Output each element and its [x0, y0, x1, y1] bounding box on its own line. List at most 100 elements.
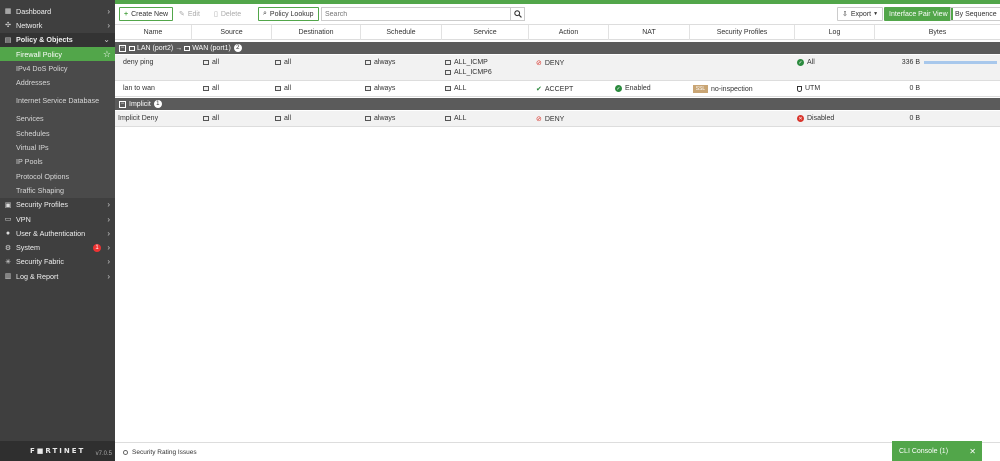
destination-cell: all: [275, 59, 291, 66]
implicit-group-header[interactable]: − Implicit 1: [115, 98, 1000, 110]
nat-cell: ✓ Enabled: [615, 85, 651, 92]
dashboard-icon: ▦: [4, 8, 12, 16]
destination-cell: all: [275, 115, 291, 122]
search-box: [321, 7, 525, 21]
top-accent-bar: [115, 0, 1000, 4]
x-circle-icon: ✕: [797, 115, 804, 122]
column-header-destination[interactable]: Destination: [272, 25, 361, 40]
address-icon: [203, 86, 209, 91]
column-header-name[interactable]: Name: [115, 25, 192, 40]
policy-lookup-button[interactable]: ⌕ Policy Lookup: [258, 7, 319, 21]
search-input[interactable]: [322, 8, 510, 20]
status-footer: Security Rating Issues: [115, 442, 1000, 461]
search-icon[interactable]: [510, 8, 524, 20]
table-row[interactable]: Implicit Deny all all always ALL ⊘ DENY ✕…: [115, 111, 1000, 127]
column-header-schedule[interactable]: Schedule: [361, 25, 442, 40]
sidebar-item-ipv4-dos-policy[interactable]: IPv4 DoS Policy: [0, 61, 115, 76]
version-label: v7.0.5: [95, 451, 112, 457]
table-row[interactable]: deny ping all all always ALL_ICMP ALL_IC…: [115, 55, 1000, 81]
collapse-icon[interactable]: −: [119, 44, 126, 52]
circle-icon: [123, 449, 128, 455]
interface-pair-view-button[interactable]: Interface Pair View: [884, 7, 953, 21]
sidebar-item-user-authentication[interactable]: ● User & Authentication ›: [0, 226, 115, 240]
column-header-service[interactable]: Service: [442, 25, 529, 40]
cli-console-tab[interactable]: CLI Console (1) ✕: [892, 441, 982, 461]
port-icon: [129, 45, 135, 51]
sidebar-item-firewall-policy[interactable]: Firewall Policy ☆: [0, 46, 115, 62]
source-cell: all: [203, 115, 219, 122]
search-icon: ⌕: [263, 10, 267, 17]
star-icon[interactable]: ☆: [103, 49, 111, 60]
log-cell: ✓ All: [797, 59, 815, 66]
check-circle-icon: ✓: [797, 59, 804, 66]
sidebar-item-virtual-ips[interactable]: Virtual IPs: [0, 140, 115, 155]
export-icon: ⇩: [842, 11, 848, 18]
sidebar-item-log-report[interactable]: ▥ Log & Report ›: [0, 269, 115, 283]
system-icon: ⚙: [4, 244, 12, 252]
export-button[interactable]: ⇩ Export ▼: [837, 7, 884, 21]
sidebar-item-ip-pools[interactable]: IP Pools: [0, 154, 115, 169]
caret-down-icon: ▼: [873, 11, 879, 17]
chevron-right-icon: ›: [107, 200, 110, 210]
log-cell: ✕ Disabled: [797, 115, 835, 122]
column-header-bytes[interactable]: Bytes: [875, 25, 1000, 40]
network-icon: ✣: [5, 22, 11, 30]
chevron-down-icon: ⌄: [103, 35, 110, 45]
chevron-right-icon: ›: [107, 214, 110, 224]
edit-button[interactable]: ✎ Edit: [175, 7, 204, 21]
sidebar-item-addresses[interactable]: Addresses: [0, 75, 115, 90]
sidebar-item-security-profiles[interactable]: ▣ Security Profiles ›: [0, 198, 115, 212]
column-header-action[interactable]: Action: [529, 25, 609, 40]
sidebar-item-internet-service-database[interactable]: Internet Service Database: [0, 89, 115, 112]
service-icon: [445, 70, 451, 75]
service-cell: ALL: [445, 85, 466, 92]
chevron-right-icon: ›: [107, 228, 110, 238]
sidebar-item-security-fabric[interactable]: ✳ Security Fabric ›: [0, 255, 115, 269]
service-icon: [445, 86, 451, 91]
collapse-icon[interactable]: −: [119, 100, 126, 108]
main-content: + Create New ✎ Edit ▯ Delete ⌕ Policy Lo…: [115, 0, 1000, 461]
sidebar-item-dashboard[interactable]: ▦ Dashboard ›: [0, 4, 115, 18]
sidebar-item-system[interactable]: ⚙ System 1 ›: [0, 240, 115, 254]
port-icon: [184, 45, 191, 51]
column-header-source[interactable]: Source: [192, 25, 272, 40]
address-icon: [203, 116, 209, 121]
source-cell: all: [203, 59, 219, 66]
sidebar-item-protocol-options[interactable]: Protocol Options: [0, 168, 115, 184]
vpn-icon: ▭: [4, 216, 12, 223]
table-header: Name Source Destination Schedule Service…: [115, 24, 1000, 40]
chevron-right-icon: ›: [107, 271, 110, 281]
chevron-right-icon: ›: [107, 257, 110, 267]
user-icon: ●: [5, 229, 11, 237]
schedule-icon: [365, 116, 371, 121]
sidebar-item-network[interactable]: ✣ Network ›: [0, 18, 115, 32]
count-badge: 2: [233, 44, 242, 52]
delete-button[interactable]: ▯ Delete: [210, 7, 245, 21]
sidebar-item-schedules[interactable]: Schedules: [0, 126, 115, 141]
service-icon: [445, 116, 451, 121]
close-icon[interactable]: ✕: [969, 447, 976, 456]
schedule-icon: [365, 86, 371, 91]
sidebar-item-traffic-shaping[interactable]: Traffic Shaping: [0, 183, 115, 198]
column-header-security-profiles[interactable]: Security Profiles: [690, 25, 795, 40]
column-header-nat[interactable]: NAT: [609, 25, 690, 40]
by-sequence-button[interactable]: By Sequence: [950, 7, 1000, 21]
security-rating-issues-link[interactable]: Security Rating Issues: [132, 449, 197, 456]
table-row[interactable]: lan to wan all all always ALL ✔ ACCEPT ✓ E…: [115, 81, 1000, 97]
create-new-button[interactable]: + Create New: [119, 7, 174, 21]
column-header-log[interactable]: Log: [795, 25, 875, 40]
checkmark-icon: ✔: [536, 86, 542, 93]
address-icon: [203, 60, 209, 65]
security-profiles-icon: ▣: [4, 201, 12, 209]
arrow-right-icon: →: [175, 44, 183, 52]
source-cell: all: [203, 85, 219, 92]
sidebar-item-vpn[interactable]: ▭ VPN ›: [0, 212, 115, 226]
sidebar-item-policy-objects[interactable]: ▤ Policy & Objects ⌄: [0, 32, 115, 47]
policy-group-header[interactable]: − LAN (port2) → WAN (port1) 2: [115, 42, 1000, 54]
toolbar: + Create New ✎ Edit ▯ Delete ⌕ Policy Lo…: [115, 5, 1000, 23]
action-cell: ⊘ DENY: [536, 115, 565, 124]
service-cell: ALL: [445, 115, 466, 122]
ssl-profile-badge: SSL: [693, 85, 708, 93]
trash-icon: ▯: [214, 11, 218, 18]
sidebar-item-services[interactable]: Services: [0, 111, 115, 127]
